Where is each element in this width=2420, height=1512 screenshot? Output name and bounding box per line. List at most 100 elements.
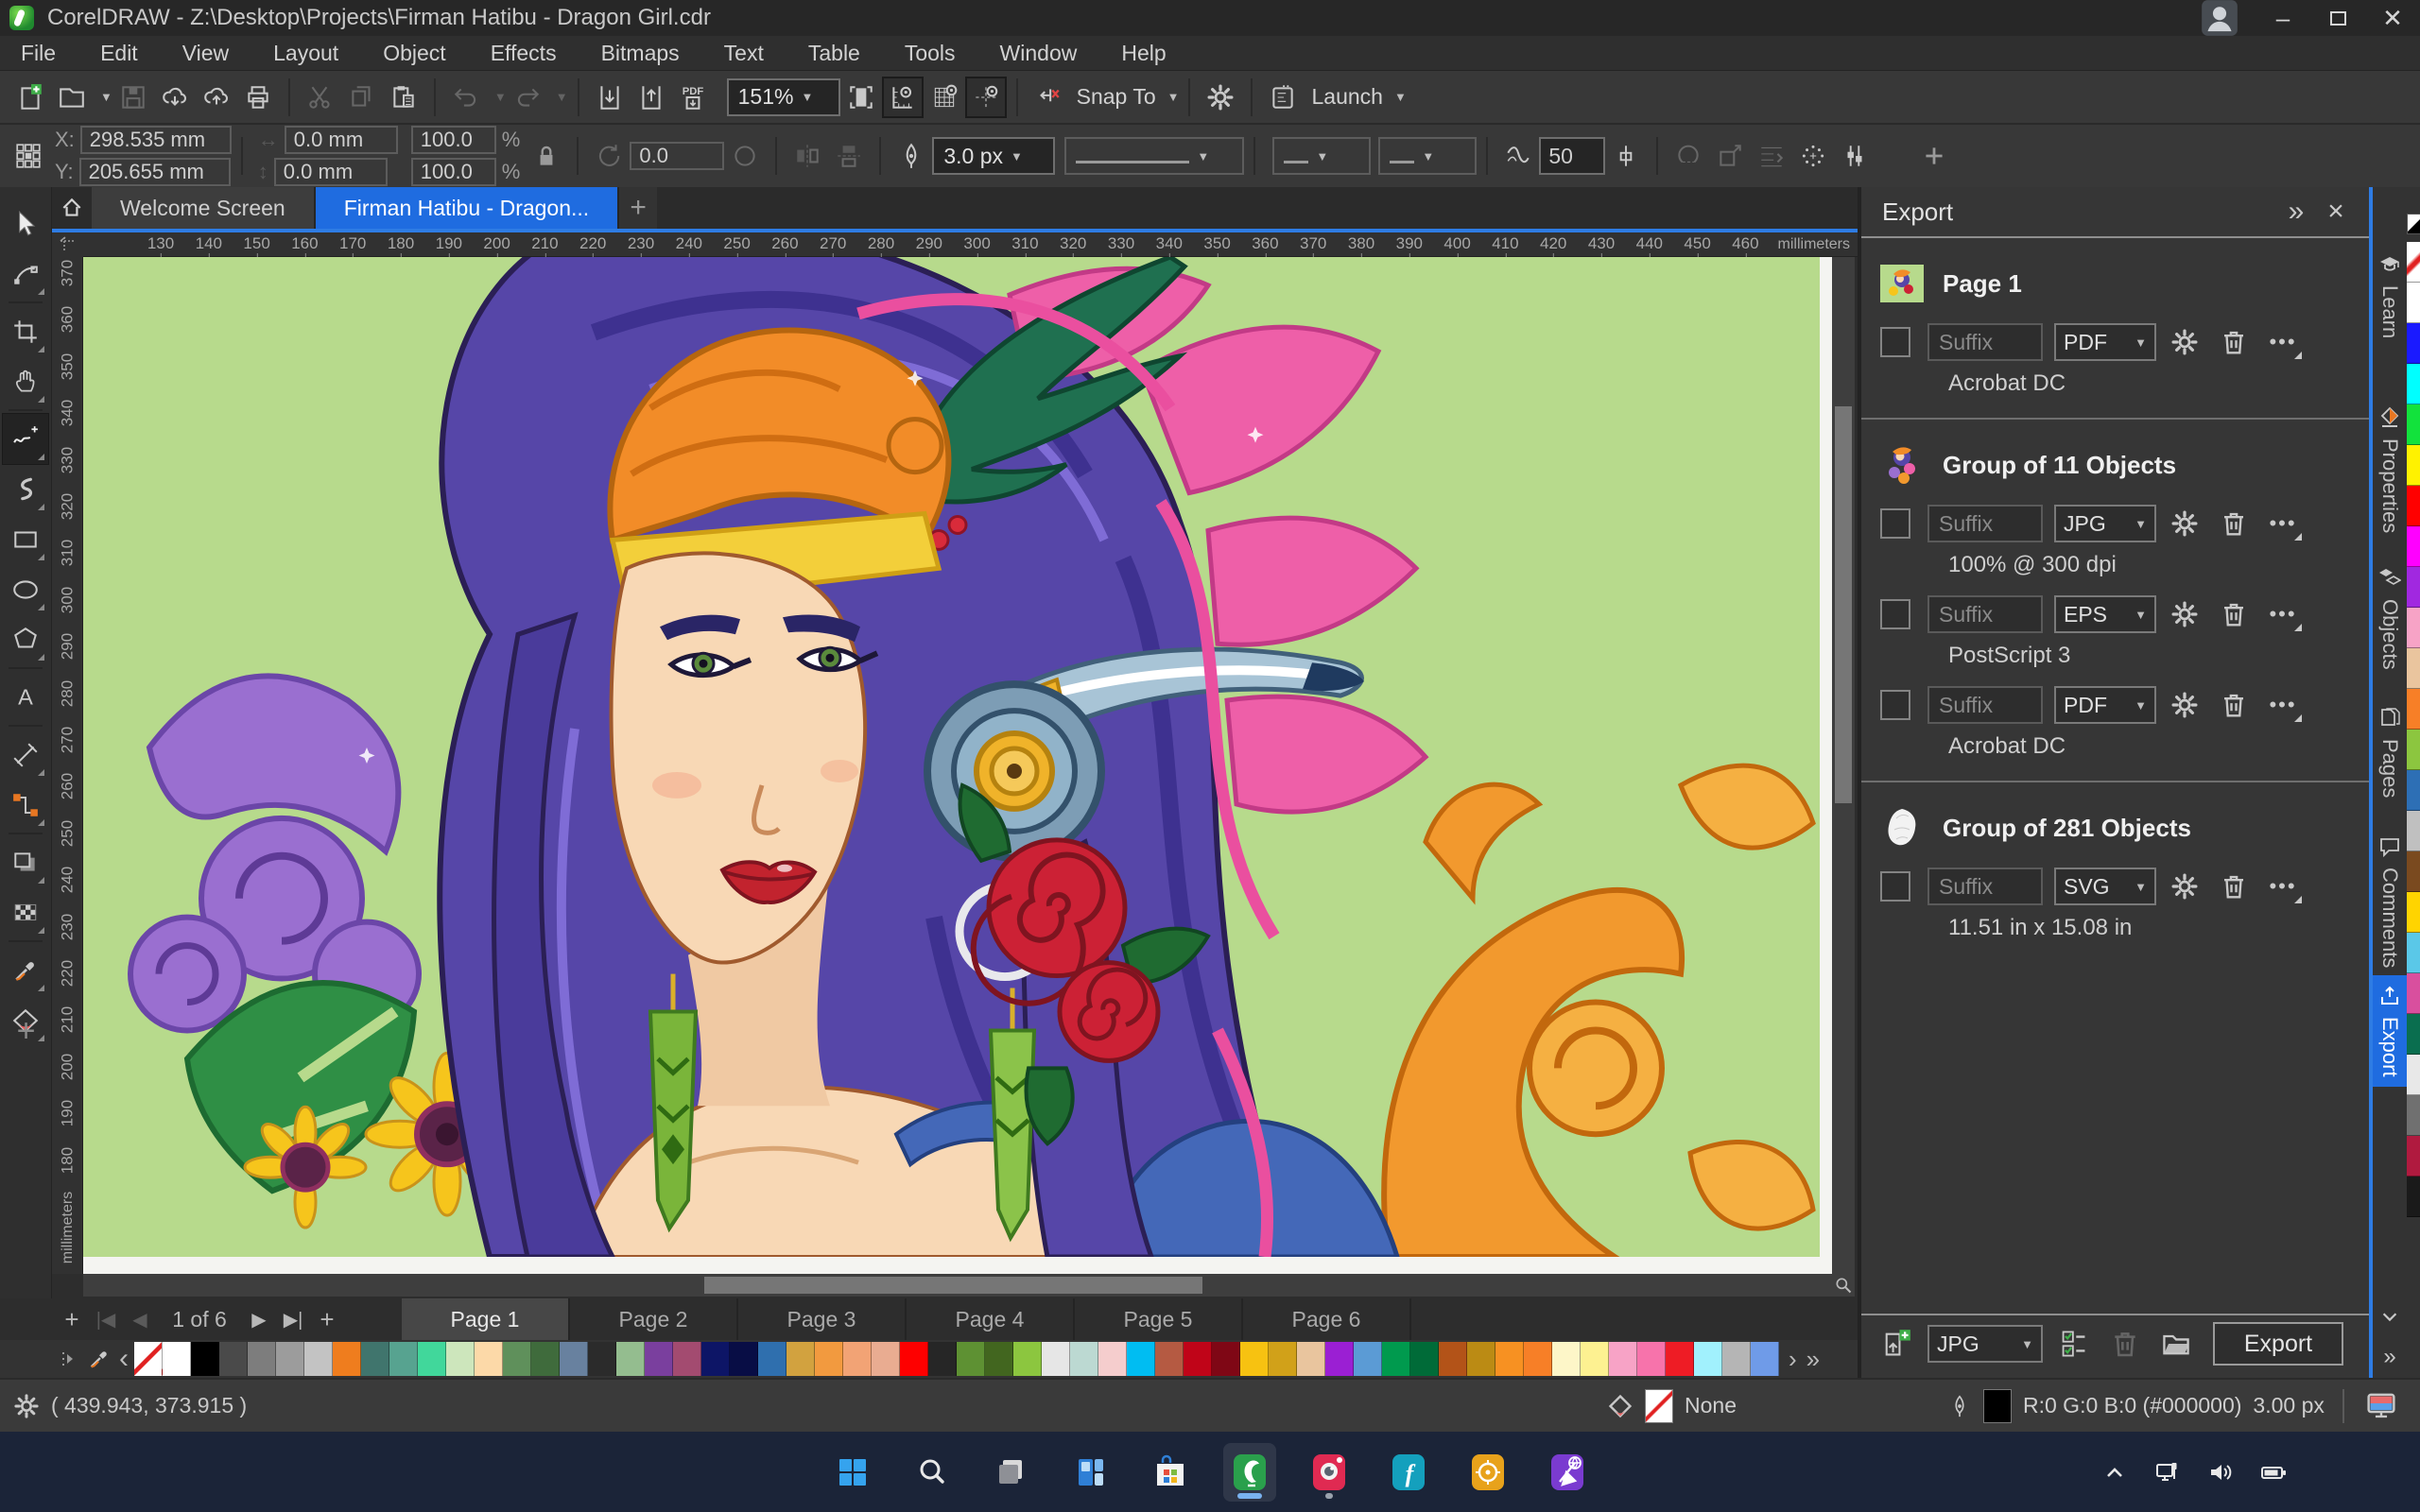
mirror-horizontal-icon[interactable] [786, 135, 828, 177]
color-swatch[interactable] [2407, 404, 2420, 445]
smoothing-slider-icon[interactable] [1605, 135, 1647, 177]
arrow-end-dropdown[interactable]: ▼ [1378, 137, 1478, 175]
page-tab-2[interactable]: Page 2 [570, 1298, 738, 1340]
color-swatch[interactable] [786, 1342, 815, 1376]
color-swatch[interactable] [1722, 1342, 1751, 1376]
color-swatch[interactable] [1240, 1342, 1269, 1376]
shape-tool[interactable] [3, 249, 48, 299]
object-width-field[interactable]: 0.0 mm [284, 126, 398, 154]
color-swatch[interactable] [1184, 1342, 1212, 1376]
close-button[interactable]: ✕ [2365, 0, 2420, 36]
ellipse-tool[interactable] [3, 564, 48, 614]
color-swatch[interactable] [1552, 1342, 1581, 1376]
docker-close-icon[interactable]: × [2316, 196, 2356, 228]
color-swatch[interactable] [446, 1342, 475, 1376]
dock-tab-pages[interactable]: Pages [2373, 697, 2407, 807]
suffix-input[interactable] [1927, 686, 2043, 724]
first-page-button[interactable]: |◀ [89, 1308, 123, 1332]
page-tab-4[interactable]: Page 4 [907, 1298, 1075, 1340]
paste-icon[interactable] [383, 77, 424, 118]
next-page-button[interactable]: ▶ [242, 1308, 276, 1332]
output-folder-icon[interactable] [2156, 1324, 2196, 1364]
color-swatch[interactable] [1212, 1342, 1240, 1376]
fit-page-icon[interactable] [840, 77, 882, 118]
more-options-icon[interactable]: ••• [2262, 686, 2304, 724]
vertical-ruler[interactable]: millimeters 370 360 350 340 330 320 310 300 290 2… [52, 257, 83, 1274]
menu-text[interactable]: Text [724, 41, 764, 66]
color-swatch[interactable] [1155, 1342, 1184, 1376]
color-eyedropper-tool[interactable] [3, 945, 48, 995]
status-settings-icon[interactable] [13, 1393, 40, 1419]
document-tab-0[interactable]: Welcome Screen [92, 187, 316, 229]
color-swatch[interactable] [1609, 1342, 1637, 1376]
page-tab-1[interactable]: Page 1 [402, 1298, 570, 1340]
suffix-input[interactable] [1927, 505, 2043, 542]
color-swatch[interactable] [928, 1342, 957, 1376]
vertical-scrollbar[interactable] [1832, 257, 1855, 1274]
color-swatch[interactable] [1127, 1342, 1155, 1376]
arrow-start-dropdown[interactable]: ▼ [1272, 137, 1372, 175]
taskbar-coreldraw-icon[interactable] [1223, 1442, 1276, 1502]
color-swatch[interactable] [1354, 1342, 1382, 1376]
vertical-scrollbar-thumb[interactable] [1835, 406, 1852, 803]
drop-shadow-tool[interactable] [3, 837, 48, 887]
footer-format-dropdown[interactable]: JPG ▼ [1927, 1325, 2043, 1363]
freehand-tool[interactable] [2, 413, 49, 465]
zoom-corner-button[interactable] [1832, 1274, 1855, 1297]
taskbar-widgets-icon[interactable] [1064, 1443, 1117, 1502]
color-swatch[interactable] [1581, 1342, 1609, 1376]
undo-icon[interactable] [445, 77, 487, 118]
dock-chevron-down-icon[interactable] [2379, 1306, 2400, 1327]
more-options-icon[interactable]: ••• [2262, 323, 2304, 361]
more-options-icon[interactable]: ••• [2262, 595, 2304, 633]
menu-file[interactable]: File [21, 41, 56, 66]
color-swatch[interactable] [616, 1342, 645, 1376]
color-proof-icon[interactable] [2365, 1380, 2397, 1432]
taskbar-start-icon[interactable] [826, 1443, 879, 1502]
export-icon[interactable] [631, 77, 672, 118]
snap-points-icon[interactable] [1792, 135, 1834, 177]
format-dropdown[interactable]: JPG ▼ [2054, 505, 2156, 542]
export-settings-icon[interactable] [2164, 686, 2205, 724]
scale-y-field[interactable]: 100.0 [410, 158, 496, 186]
launch-icon[interactable] [1262, 77, 1304, 118]
color-swatch[interactable] [985, 1342, 1013, 1376]
color-swatch[interactable] [475, 1342, 503, 1376]
color-swatch[interactable] [645, 1342, 673, 1376]
taskbar-capture-icon[interactable] [1461, 1443, 1514, 1502]
color-swatch[interactable] [1013, 1342, 1042, 1376]
artistic-media-tool[interactable] [3, 464, 48, 514]
line-style-dropdown[interactable]: ▼ [1064, 137, 1245, 175]
dock-tab-properties[interactable]: Properties [2373, 397, 2407, 542]
color-swatch[interactable] [163, 1342, 191, 1376]
color-swatch[interactable] [219, 1342, 248, 1376]
menu-effects[interactable]: Effects [491, 41, 557, 66]
polygon-tool[interactable] [3, 614, 48, 664]
dock-tab-comments[interactable]: Comments [2373, 826, 2407, 977]
color-swatch[interactable] [1467, 1342, 1495, 1376]
drawing-canvas[interactable] [83, 257, 1820, 1257]
palette-scroll-right-icon[interactable]: › [1789, 1345, 1797, 1374]
color-swatch[interactable] [2407, 770, 2420, 811]
add-export-item-icon[interactable] [1876, 1324, 1916, 1364]
menu-tools[interactable]: Tools [905, 41, 956, 66]
color-swatch[interactable] [2407, 730, 2420, 770]
scale-stroke-icon[interactable] [1709, 135, 1751, 177]
docker-collapse-icon[interactable]: » [2276, 196, 2316, 228]
suffix-input[interactable] [1927, 595, 2043, 633]
more-options-icon[interactable]: ••• [2262, 868, 2304, 905]
add-page-button[interactable]: + [55, 1305, 89, 1334]
color-swatch[interactable] [2407, 323, 2420, 364]
add-page-button-2[interactable]: + [310, 1305, 344, 1334]
color-swatch[interactable] [2407, 486, 2420, 526]
sliders-icon[interactable] [1834, 135, 1876, 177]
color-swatch[interactable] [2407, 283, 2420, 323]
fill-color-swatch[interactable] [1645, 1388, 1673, 1423]
export-checkbox[interactable] [1880, 599, 1910, 629]
color-swatch[interactable] [531, 1342, 560, 1376]
color-swatch[interactable] [2407, 933, 2420, 973]
color-swatch[interactable] [957, 1342, 985, 1376]
dock-tab-export[interactable]: Export [2373, 975, 2407, 1087]
wrap-text-icon[interactable] [1751, 135, 1792, 177]
outline-width-dropdown[interactable]: 3.0 px ▼ [932, 137, 1056, 175]
